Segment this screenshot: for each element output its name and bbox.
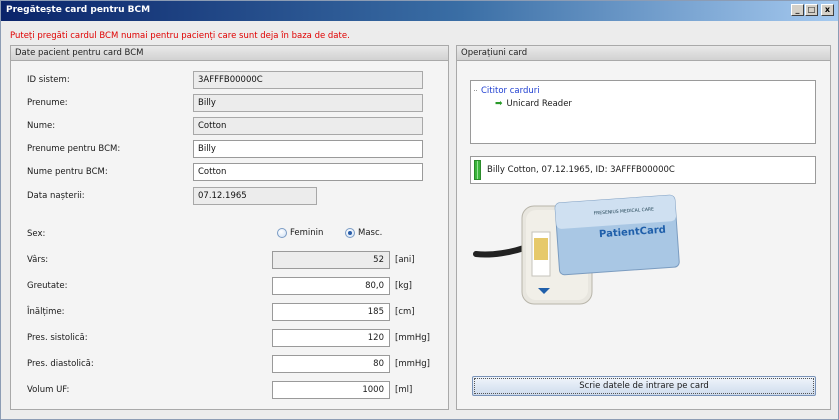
sex-female-label: Feminin xyxy=(290,228,324,238)
age-label: Vârs: xyxy=(27,255,49,265)
sex-female-radio[interactable]: Feminin xyxy=(277,228,323,238)
prenume-bcm-label: Prenume pentru BCM: xyxy=(27,144,121,154)
height-input[interactable]: 185 xyxy=(272,303,390,321)
id-field: 3AFFFB00000C xyxy=(193,71,423,89)
weight-input[interactable]: 80,0 xyxy=(272,277,390,295)
diastolic-unit: [mmHg] xyxy=(395,359,430,369)
card-operations-header: Operațiuni card xyxy=(457,46,830,61)
height-unit: [cm] xyxy=(395,307,415,317)
sex-male-label: Masc. xyxy=(358,228,383,238)
nume-bcm-label: Nume pentru BCM: xyxy=(27,167,108,177)
tree-item-label: Unicard Reader xyxy=(506,99,572,109)
tree-item-unicard-reader[interactable]: ➡ Unicard Reader xyxy=(495,99,572,109)
maximize-button[interactable]: □ xyxy=(805,4,818,16)
uf-volume-unit: [ml] xyxy=(395,385,413,395)
height-label: Înălțime: xyxy=(27,307,65,317)
id-label: ID sistem: xyxy=(27,75,70,85)
systolic-label: Pres. sistolică: xyxy=(27,333,88,343)
weight-label: Greutate: xyxy=(27,281,68,291)
nume-bcm-input[interactable]: Cotton xyxy=(193,163,423,181)
patient-data-header: Date pacient pentru card BCM xyxy=(11,46,448,61)
sex-label: Sex: xyxy=(27,229,46,239)
minimize-button[interactable]: _ xyxy=(791,4,804,16)
close-button[interactable]: x xyxy=(821,4,834,16)
tree-connector xyxy=(474,90,477,91)
diastolic-input[interactable]: 80 xyxy=(272,355,390,373)
tree-root-card-readers[interactable]: Cititor carduri xyxy=(481,86,540,96)
radio-male-checked-icon xyxy=(345,228,355,238)
age-unit: [ani] xyxy=(395,255,415,265)
window-title: Pregătește card pentru BCM xyxy=(6,5,151,15)
card-reader-tree[interactable]: Cititor carduri ➡ Unicard Reader xyxy=(470,80,816,144)
card-reader-image: FRESENIUS MEDICAL CARE PatientCard xyxy=(473,194,680,305)
weight-unit: [kg] xyxy=(395,281,412,291)
dialog-window: Pregătește card pentru BCM _ □ x Puteți … xyxy=(0,0,839,420)
diastolic-label: Pres. diastolică: xyxy=(27,359,94,369)
card-status-text: Billy Cotton, 07.12.1965, ID: 3AFFFB0000… xyxy=(487,165,675,175)
prenume-field: Billy xyxy=(193,94,423,112)
card-status-indicator-icon xyxy=(474,160,481,180)
age-field: 52 xyxy=(272,251,390,269)
card-status-box: Billy Cotton, 07.12.1965, ID: 3AFFFB0000… xyxy=(470,156,816,184)
dob-label: Data nașterii: xyxy=(27,191,85,201)
prenume-bcm-input[interactable]: Billy xyxy=(193,140,423,158)
card-operations-panel: Operațiuni card Cititor carduri ➡ Unicar… xyxy=(456,45,831,410)
systolic-unit: [mmHg] xyxy=(395,333,430,343)
patient-data-panel: Date pacient pentru card BCM ID sistem: … xyxy=(10,45,449,410)
dob-field: 07.12.1965 xyxy=(193,187,317,205)
nume-label: Nume: xyxy=(27,121,56,131)
radio-female-icon xyxy=(277,228,287,238)
title-bar[interactable]: Pregătește card pentru BCM _ □ x xyxy=(1,1,838,21)
systolic-input[interactable]: 120 xyxy=(272,329,390,347)
info-message: Puteți pregăti cardul BCM numai pentru p… xyxy=(10,31,350,41)
prenume-label: Prenume: xyxy=(27,98,68,108)
nume-field: Cotton xyxy=(193,117,423,135)
sex-male-radio[interactable]: Masc. xyxy=(345,228,382,238)
uf-volume-input[interactable]: 1000 xyxy=(272,381,390,399)
green-arrow-icon: ➡ xyxy=(495,99,503,109)
uf-volume-label: Volum UF: xyxy=(27,385,70,395)
window-controls: _ □ x xyxy=(791,4,834,16)
write-card-button[interactable]: Scrie datele de intrare pe card xyxy=(472,376,816,396)
